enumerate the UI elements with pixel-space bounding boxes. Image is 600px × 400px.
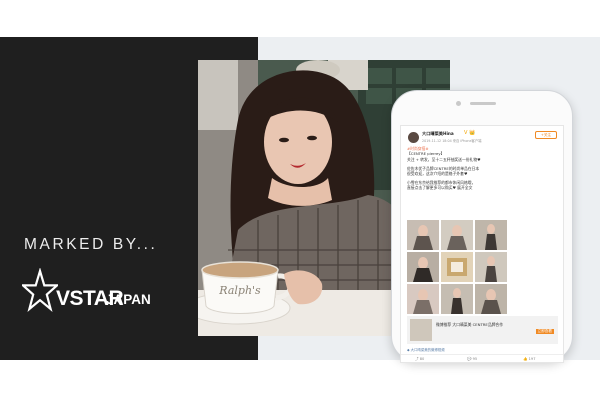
avatar[interactable] (408, 132, 419, 143)
share-button[interactable]: ⤴ 80 (415, 357, 424, 362)
phone-camera (456, 101, 461, 106)
post-action-bar: ⤴ 80 💬 95 👍 197 (401, 354, 563, 362)
marked-by-tagline: MARKED BY... (24, 236, 158, 253)
post-source-link[interactable]: ◆ 大口晴菜美的微博视频 (407, 347, 445, 352)
vstar-japan-logo: VSTAR JAPAN (22, 268, 151, 318)
post-image[interactable] (475, 220, 507, 250)
post-line: 关注 + 转发，至十二五杯抽奖送一份礼物♥ (407, 157, 481, 162)
product-card-title: 微博推荐 大口晴菜美 CENTRE品牌合作 (436, 322, 504, 327)
post-subtitle: 【CENTRE pierrey】 (407, 151, 445, 156)
like-button[interactable]: 👍 197 (523, 357, 535, 361)
post-image[interactable] (441, 284, 473, 314)
comment-button[interactable]: 💬 95 (467, 357, 477, 361)
verified-icon: V 👑 (464, 130, 476, 136)
weibo-post-screen: 大口晴菜美Hina V 👑 2019-11-12 18:04 来自 iPhone… (400, 125, 564, 363)
post-image[interactable] (475, 284, 507, 314)
post-meta: 2019-11-12 18:04 来自 iPhone客户端 (422, 139, 482, 143)
follow-button[interactable]: +关注 (535, 131, 557, 139)
post-username[interactable]: 大口晴菜美Hina (422, 131, 454, 137)
post-image[interactable] (475, 252, 507, 282)
product-card[interactable]: 微博推荐 大口晴菜美 CENTRE品牌合作 立即查看 (407, 316, 558, 344)
cup-logo-text: Ralph's (218, 284, 261, 297)
phone-mockup: 大口晴菜美Hina V 👑 2019-11-12 18:04 来自 iPhone… (391, 90, 573, 363)
post-line: 直接点击了解更多可以购买♥ 展开全文 (407, 185, 473, 190)
post-image[interactable] (441, 252, 473, 282)
phone-speaker (470, 102, 496, 105)
product-card-button[interactable]: 立即查看 (535, 329, 554, 334)
post-image[interactable] (441, 220, 473, 250)
post-image[interactable] (407, 284, 439, 314)
post-image[interactable] (407, 252, 439, 282)
product-card-image (410, 319, 432, 341)
post-line: 很受欢迎，这次介绍的是格子外套♥ (407, 171, 468, 176)
star-logo-icon (22, 268, 58, 313)
post-image[interactable] (407, 220, 439, 250)
logo-japan-text: JAPAN (106, 292, 151, 307)
